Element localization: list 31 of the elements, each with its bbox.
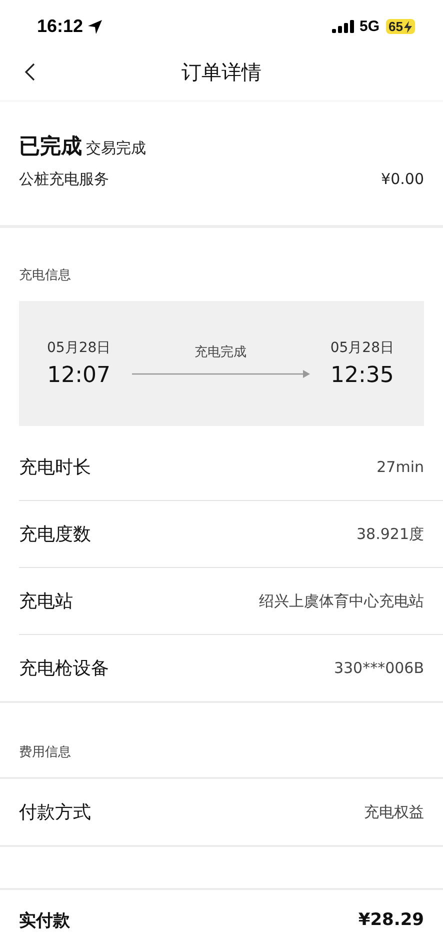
row-label: 充电时长	[19, 456, 91, 479]
start-time: 12:07	[47, 363, 111, 388]
row-label: 充电站	[19, 590, 73, 613]
end-date: 05月28日	[330, 339, 394, 357]
service-name: 公桩充电服务	[19, 170, 109, 189]
charging-state: 充电完成	[194, 344, 246, 360]
order-status-note: 交易完成	[86, 139, 146, 158]
end-time: 12:35	[330, 363, 394, 388]
section-heading: 费用信息	[18, 744, 72, 762]
arrow-icon	[132, 368, 310, 378]
page-title: 订单详情	[182, 59, 262, 86]
row-label: 付款方式	[19, 801, 91, 824]
back-icon[interactable]	[24, 62, 36, 82]
row-label: 充电枪设备	[19, 657, 109, 680]
signal-icon	[332, 20, 354, 33]
total-label: 实付款	[19, 910, 70, 932]
clock-time: 16:12	[37, 16, 84, 37]
network-label: 5G	[360, 18, 380, 35]
row-value: 充电权益	[364, 802, 424, 822]
total-amount: ¥28.29	[358, 910, 424, 930]
row-value: 绍兴上虞体育中心充电站	[259, 592, 424, 610]
location-arrow-icon	[87, 18, 104, 34]
row-label: 充电度数	[19, 523, 91, 546]
row-value: 27min	[376, 458, 424, 476]
section-heading: 充电信息	[18, 267, 72, 285]
row-value: 38.921度	[356, 524, 424, 544]
start-date: 05月28日	[47, 339, 111, 357]
battery-indicator: 65	[386, 19, 415, 34]
order-status: 已完成	[19, 133, 82, 160]
service-amount: ¥0.00	[381, 170, 424, 189]
row-value: 330***006B	[334, 659, 424, 677]
